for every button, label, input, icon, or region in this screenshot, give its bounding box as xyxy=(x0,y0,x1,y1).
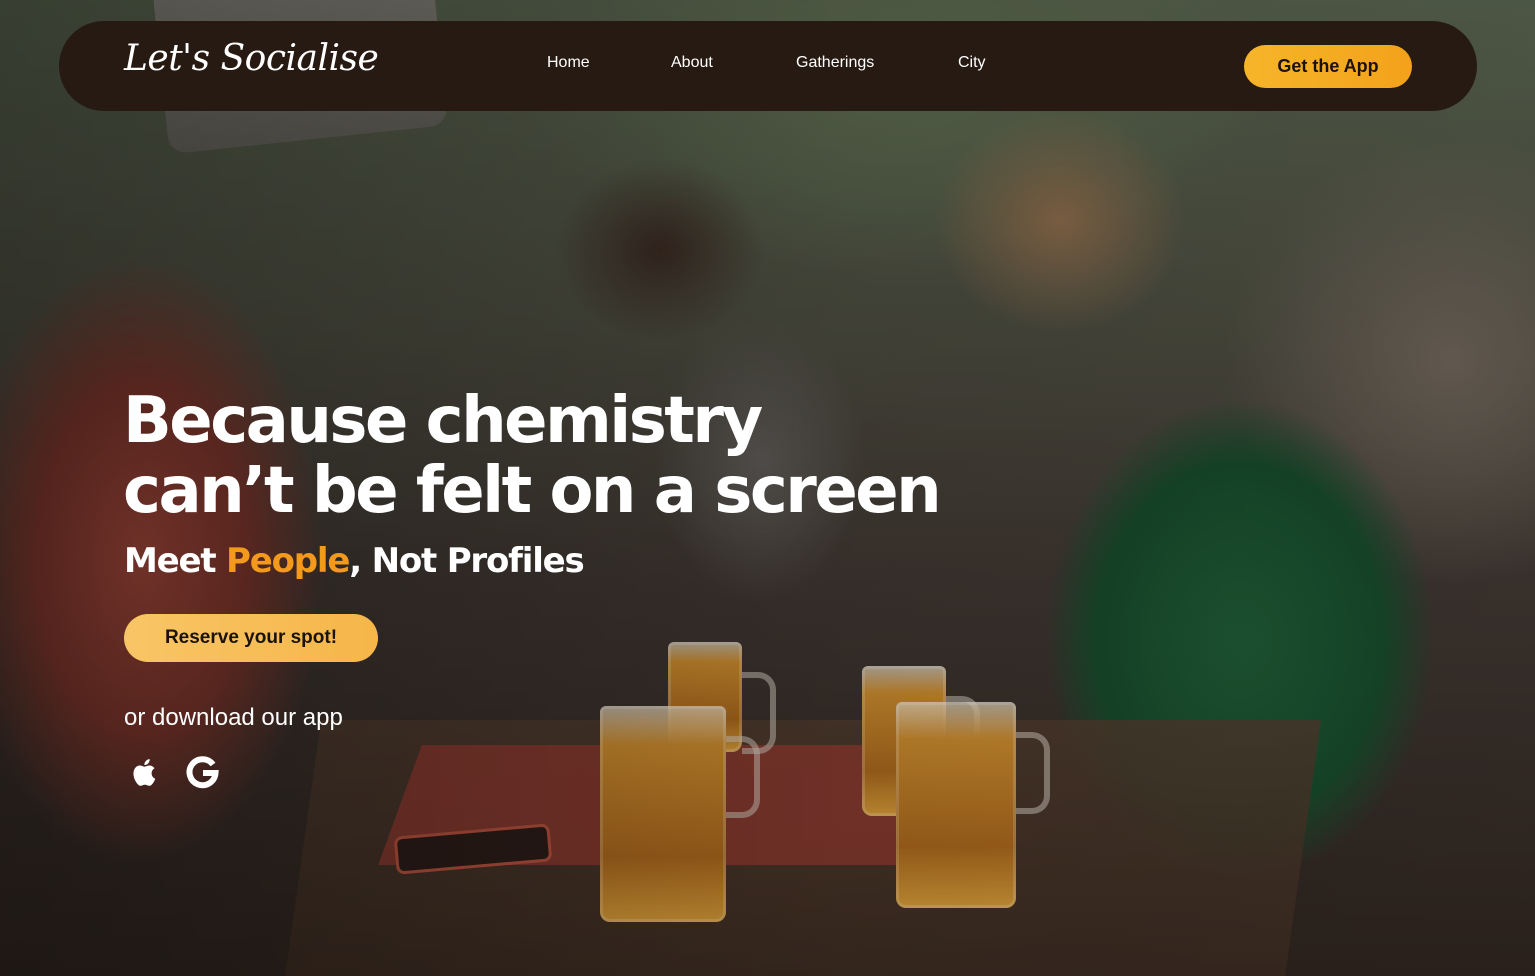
subhead-prefix: Meet xyxy=(124,541,227,581)
hero-section: Let's Socialise Home About Gatherings Ci… xyxy=(0,0,1535,976)
hero-headline: Because chemistry can’t be felt on a scr… xyxy=(123,384,942,528)
nav-link-home[interactable]: Home xyxy=(547,54,590,72)
nav-link-city[interactable]: City xyxy=(958,54,986,72)
reserve-spot-button[interactable]: Reserve your spot! xyxy=(124,614,378,662)
google-icon[interactable] xyxy=(182,752,222,792)
apple-icon[interactable] xyxy=(124,752,164,792)
nav-link-about[interactable]: About xyxy=(671,54,713,72)
download-app-text: or download our app xyxy=(124,704,343,731)
get-the-app-button[interactable]: Get the App xyxy=(1244,45,1412,88)
hero-headline-line-1: Because chemistry xyxy=(123,384,763,458)
hero-subheading: Meet People, Not Profiles xyxy=(124,541,585,581)
subhead-suffix: , Not Profiles xyxy=(349,541,585,581)
nav-link-gatherings[interactable]: Gatherings xyxy=(796,54,874,72)
hero-headline-line-2: can’t be felt on a screen xyxy=(123,454,942,528)
logo[interactable]: Let's Socialise xyxy=(124,38,379,79)
subhead-accent: People xyxy=(226,541,350,581)
